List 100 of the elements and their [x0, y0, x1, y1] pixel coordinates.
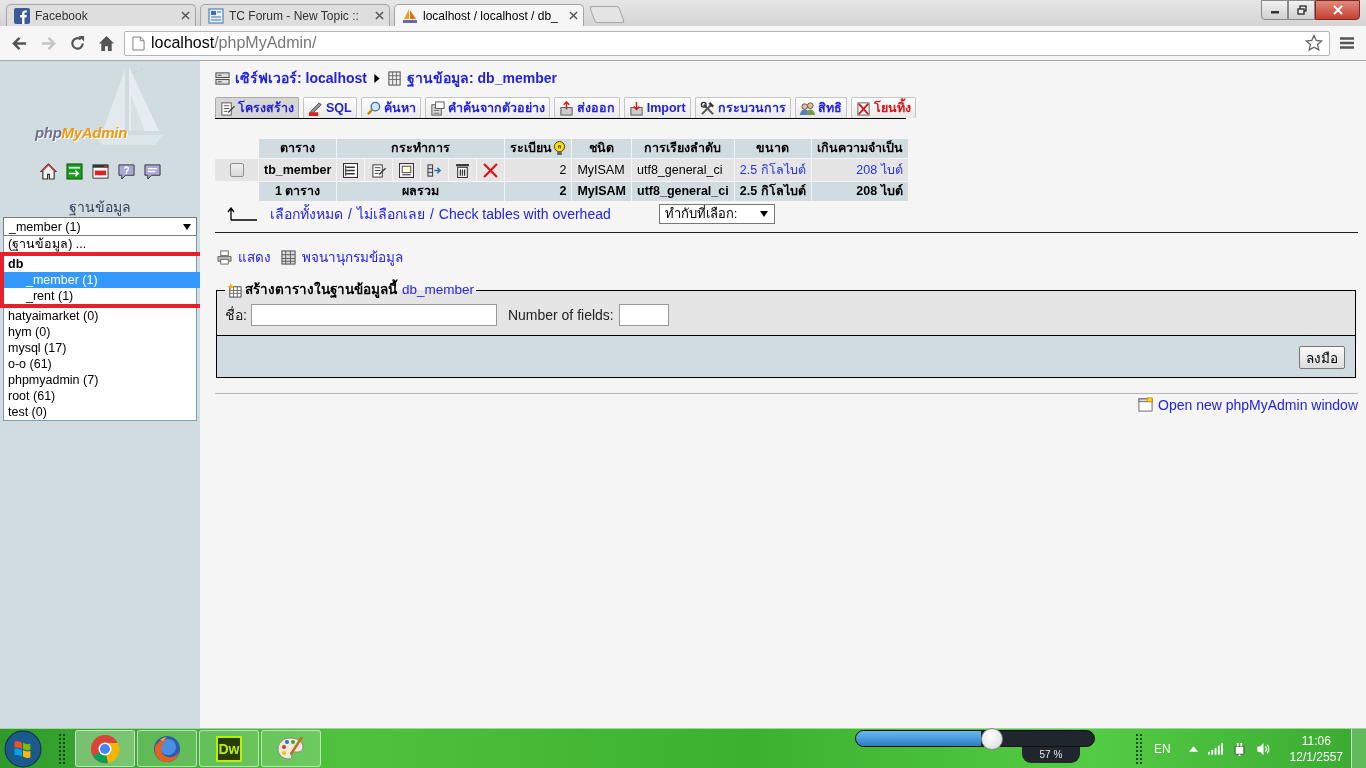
list-option[interactable]: (ฐานข้อมูล) ...	[4, 236, 196, 252]
list-option[interactable]: hatyaimarket (0)	[4, 308, 196, 324]
power-plug-icon[interactable]	[1231, 741, 1247, 756]
list-option[interactable]: hym (0)	[4, 324, 196, 340]
taskbar-app-button[interactable]	[261, 730, 321, 767]
go-button[interactable]: ลงมือ	[1299, 346, 1345, 370]
star-icon[interactable]	[1305, 34, 1323, 52]
column-header: กระทำการ	[337, 139, 505, 159]
new-table-icon	[227, 282, 242, 298]
restore-button[interactable]	[1288, 0, 1315, 20]
breadcrumb-link[interactable]: ฐานข้อมูล: db_member	[407, 70, 557, 87]
list-option[interactable]: root (61)	[4, 388, 196, 404]
database-select[interactable]: _member (1)	[3, 217, 197, 236]
grid-document-icon	[281, 250, 296, 266]
start-orb-icon[interactable]	[4, 729, 42, 768]
tab-title: Facebook	[35, 8, 89, 23]
tab[interactable]: ส่งออก	[553, 97, 620, 118]
option-group-label: db	[7, 256, 25, 272]
database-icon	[387, 71, 402, 86]
selection-link[interactable]: ไม่เลือกเลย	[356, 206, 425, 223]
dictionary-link[interactable]: พจนานุกรมข้อมูล	[302, 249, 403, 266]
speech-bubble-icon[interactable]	[143, 163, 161, 180]
document-stack-icon	[429, 100, 445, 116]
breadcrumb-link[interactable]: เซิร์ฟเวอร์: localhost	[235, 70, 367, 87]
new-window-link[interactable]: Open new phpMyAdmin window	[1158, 396, 1358, 413]
table-cell: 1 ตาราง	[259, 182, 337, 202]
search-document-icon[interactable]	[399, 162, 415, 178]
list-icon[interactable]	[343, 162, 359, 178]
address-bar[interactable]: localhost/phpMyAdmin/	[124, 30, 1330, 56]
list-option[interactable]: mysql (17)	[4, 340, 196, 356]
pen-icon	[308, 100, 323, 116]
caret-icon	[183, 223, 191, 230]
tab-title: localhost / localhost / db_	[423, 8, 559, 23]
grip-icon	[1135, 733, 1142, 764]
logo-text: phpMyAdmin	[35, 124, 127, 141]
insert-row-icon[interactable]	[427, 162, 443, 178]
list-option[interactable]: _rent (1)	[4, 288, 201, 304]
square-logo-icon	[14, 7, 30, 24]
list-option[interactable]: phpmyadmin (7)	[4, 372, 196, 388]
browser-tab[interactable]: localhost / localhost / db_	[394, 4, 584, 26]
table-cell: utf8_general_ci	[632, 182, 734, 202]
table-name-field[interactable]	[250, 304, 497, 327]
round-logo-icon	[90, 733, 120, 764]
table-cell: 2.5 กิโลไบต์	[734, 182, 811, 202]
column-header: ขนาด	[734, 139, 811, 159]
corner-arrow-icon	[227, 207, 257, 222]
home-icon[interactable]	[39, 163, 57, 180]
table-cell: utf8_general_ci	[632, 159, 734, 182]
taskbar-app-button[interactable]: Dw	[199, 730, 259, 767]
tab[interactable]: คำค้นจากตัวอย่าง	[424, 97, 550, 118]
browser-tab[interactable]: Facebook	[6, 4, 196, 26]
tab[interactable]: SQL	[303, 97, 357, 118]
caret-icon	[759, 211, 768, 218]
taskbar-app-button[interactable]	[137, 730, 197, 767]
lightbulb-icon	[553, 141, 567, 157]
tab[interactable]: Import	[623, 97, 691, 118]
field-count-field[interactable]	[618, 304, 669, 327]
table-name: tb_member	[259, 159, 337, 182]
list-option[interactable]: o-o (61)	[4, 356, 196, 372]
close-icon	[1332, 5, 1343, 15]
speaker-icon[interactable]	[1255, 741, 1271, 756]
selection-link[interactable]: Check tables with overhead	[438, 206, 611, 223]
exit-icon[interactable]	[65, 163, 83, 180]
menu-icon[interactable]	[1340, 37, 1354, 49]
tab[interactable]: ค้นหา	[360, 97, 421, 118]
table-cell: 208 ไบต์	[811, 182, 908, 202]
fox-globe-icon	[152, 733, 182, 764]
sql-window-icon[interactable]	[91, 163, 109, 180]
right-triangle-icon	[374, 74, 380, 83]
cross-icon[interactable]	[483, 162, 499, 178]
tab[interactable]: กระบวนการ	[694, 97, 791, 118]
list-option[interactable]: test (0)	[4, 404, 196, 420]
tab[interactable]: โครงสร้าง	[215, 97, 299, 118]
trash-icon[interactable]	[455, 162, 471, 178]
database-link[interactable]: db_member	[402, 282, 475, 299]
taskbar-app-button[interactable]	[75, 730, 135, 767]
selection-link[interactable]: เลือกทั้งหมด	[270, 206, 343, 223]
help-icon[interactable]	[117, 163, 135, 180]
document-pencil-icon[interactable]	[371, 162, 387, 178]
table-cell: MyISAM	[572, 182, 631, 202]
tab[interactable]: สิทธิ	[794, 97, 847, 118]
close-window-button[interactable]	[1315, 0, 1360, 20]
close-icon[interactable]	[181, 11, 190, 20]
box-arrow-down-icon	[628, 100, 644, 116]
tab[interactable]: โยนทิ้ง	[850, 97, 916, 118]
row-checkbox[interactable]	[229, 163, 244, 178]
brightness-slider-track[interactable]	[854, 729, 1095, 747]
page-icon	[132, 35, 145, 51]
tab-title: TC Forum - New Topic ::	[229, 8, 360, 23]
column-header: การเรียงลำดับ	[632, 139, 734, 159]
minimize-button[interactable]	[1261, 0, 1288, 20]
restore-icon	[1296, 5, 1307, 15]
print-link[interactable]: แสดง	[238, 249, 271, 266]
action-select[interactable]: ทำกับที่เลือก:	[658, 204, 775, 225]
table-cell: ผลรวม	[337, 182, 505, 202]
browser-tab[interactable]: TC Forum - New Topic ::	[200, 4, 390, 26]
close-icon[interactable]	[569, 11, 578, 20]
close-icon[interactable]	[375, 11, 384, 20]
window-icon	[1138, 397, 1153, 413]
grip-icon	[59, 733, 65, 764]
